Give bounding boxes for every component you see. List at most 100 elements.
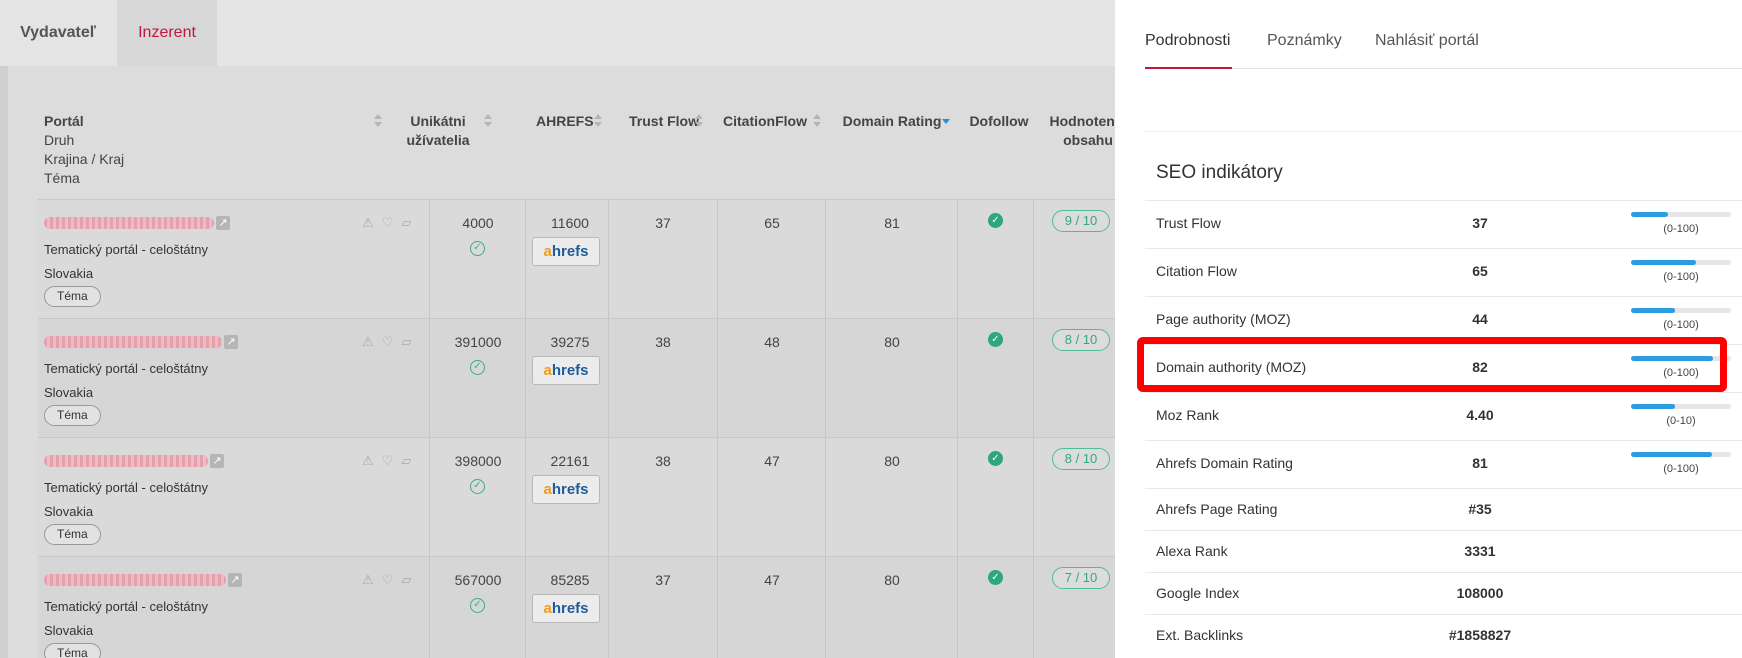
ahrefs-logo-rest: hrefs (551, 481, 589, 498)
col-citation-flow[interactable]: CitationFlow (715, 112, 815, 131)
domain-rating-value: 80 (884, 572, 900, 588)
col-ahrefs[interactable]: AHREFS (536, 112, 594, 131)
divider (1033, 438, 1034, 557)
table-header: Portál Druh Krajina / Kraj Téma Unikátni… (38, 100, 1115, 200)
left-stripe (0, 66, 8, 658)
tab-poznamky[interactable]: Poznámky (1267, 32, 1342, 50)
tema-tag[interactable]: Téma (44, 524, 101, 545)
ahrefs-logo-a: a (543, 481, 552, 498)
sort-domain-rating-icon[interactable] (942, 114, 950, 128)
sort-users-icon[interactable] (484, 114, 492, 128)
seo-row-ext-backlinks: Ext. Backlinks #1858827 (1145, 614, 1742, 656)
seo-row-citation-flow: Citation Flow 65 (0-100) (1145, 248, 1742, 296)
metric-bar (1631, 308, 1731, 313)
dofollow-check-icon: ✓ (988, 332, 1003, 347)
col-druh-label: Druh (44, 132, 75, 148)
tab-inzerent[interactable]: Inzerent (117, 0, 217, 66)
ahrefs-button[interactable]: ahrefs (532, 594, 600, 623)
check-circle-icon: ✓ (470, 479, 485, 494)
col-unique-users[interactable]: Unikátni užívatelia (388, 112, 488, 150)
note-icon[interactable]: ▱ (401, 334, 411, 350)
note-icon[interactable]: ▱ (401, 215, 411, 231)
metric-label: Alexa Rank (1156, 543, 1228, 559)
col-content-rating[interactable]: Hodnotenie obsahu (1038, 112, 1116, 150)
tema-tag[interactable]: Téma (44, 286, 101, 307)
dofollow-check-icon: ✓ (988, 213, 1003, 228)
heart-icon[interactable]: ♡ (382, 215, 394, 231)
ahrefs-button[interactable]: ahrefs (532, 356, 600, 385)
warning-icon[interactable]: ⚠ (362, 334, 374, 350)
divider (1033, 200, 1034, 319)
metric-label: Ahrefs Page Rating (1156, 501, 1278, 517)
divider (957, 319, 958, 438)
portal-name-redacted[interactable] (44, 574, 226, 586)
top-bar: Vydavateľ Inzerent (0, 0, 1115, 66)
sort-citation-flow-icon[interactable] (813, 114, 821, 128)
ahrefs-value: 11600 (551, 215, 589, 231)
portal-name-redacted[interactable] (44, 455, 208, 467)
metric-label: Trust Flow (1156, 215, 1221, 231)
warning-icon[interactable]: ⚠ (362, 215, 374, 231)
ahrefs-value: 85285 (550, 572, 590, 588)
unique-users-value: 4000 (462, 215, 494, 231)
tema-tag[interactable]: Téma (44, 405, 101, 426)
ahrefs-button[interactable]: ahrefs (532, 237, 600, 266)
tema-tag[interactable]: Téma (44, 643, 101, 658)
portal-type: Tematický portál - celoštátny (44, 480, 209, 495)
metric-bar (1631, 212, 1731, 217)
sort-ahrefs-icon[interactable] (594, 114, 602, 128)
ahrefs-logo-a: a (543, 600, 552, 617)
metric-value: 37 (1472, 215, 1488, 231)
external-link-icon[interactable]: ↗ (216, 216, 230, 230)
heart-icon[interactable]: ♡ (382, 453, 394, 469)
portal-type: Tematický portál - celoštátny (44, 361, 209, 376)
col-portal-label: Portál (44, 113, 84, 129)
heart-icon[interactable]: ♡ (382, 334, 394, 350)
portal-name-redacted[interactable] (44, 217, 214, 229)
sort-portal-icon[interactable] (374, 114, 382, 128)
citation-flow-value: 47 (764, 572, 780, 588)
warning-icon[interactable]: ⚠ (362, 453, 374, 469)
external-link-icon[interactable]: ↗ (224, 335, 238, 349)
content-score-badge: 9 / 10 (1052, 210, 1110, 232)
sort-trust-flow-icon[interactable] (695, 114, 703, 128)
trust-flow-value: 38 (655, 334, 671, 350)
metric-value: #1858827 (1448, 627, 1512, 643)
table-row[interactable]: ↗ ⚠ ♡ ▱ Tematický portál - celoštátny Slov… (38, 318, 1115, 438)
portal-name-redacted[interactable] (44, 336, 222, 348)
metric-value: #35 (1468, 501, 1492, 517)
metric-label: Moz Rank (1156, 407, 1220, 423)
note-icon[interactable]: ▱ (401, 572, 411, 588)
row-actions: ⚠ ♡ ▱ (362, 334, 411, 350)
col-unique-users-l2: užívatelia (406, 132, 470, 148)
tab-vydavatel[interactable]: Vydavateľ (0, 0, 116, 66)
active-tab-underline (1145, 67, 1232, 69)
seo-section-title: SEO indikátory (1156, 162, 1283, 183)
warning-icon[interactable]: ⚠ (362, 572, 374, 588)
metric-range: (0-10) (1666, 415, 1696, 427)
col-domain-rating[interactable]: Domain Rating (832, 112, 952, 131)
table-row[interactable]: ↗ ⚠ ♡ ▱ Tematický portál - celoštátny Slov… (38, 199, 1115, 319)
table-row[interactable]: ↗ ⚠ ♡ ▱ Tematický portál - celoštátny Slov… (38, 437, 1115, 557)
divider (957, 200, 958, 319)
main-content-dimmed: Vydavateľ Inzerent Portál Druh Krajina /… (0, 0, 1115, 658)
ahrefs-button[interactable]: ahrefs (532, 475, 600, 504)
metric-label: Ext. Backlinks (1156, 627, 1244, 643)
external-link-icon[interactable]: ↗ (228, 573, 242, 587)
note-icon[interactable]: ▱ (401, 453, 411, 469)
tab-nahlasit-portal[interactable]: Nahlásiť portál (1375, 32, 1479, 50)
external-link-icon[interactable]: ↗ (210, 454, 224, 468)
portal-country: Slovakia (44, 266, 94, 281)
col-portal[interactable]: Portál Druh Krajina / Kraj Téma (44, 112, 124, 188)
col-dofollow[interactable]: Dofollow (964, 112, 1034, 131)
citation-flow-value: 47 (764, 453, 780, 469)
ahrefs-logo-rest: hrefs (551, 243, 589, 260)
tab-podrobnosti[interactable]: Podrobnosti (1145, 32, 1230, 50)
heart-icon[interactable]: ♡ (382, 572, 394, 588)
row-actions: ⚠ ♡ ▱ (362, 215, 411, 231)
content-score-badge: 8 / 10 (1052, 329, 1110, 351)
table-row[interactable]: ↗ ⚠ ♡ ▱ Tematický portál - celoštátny Slov… (38, 556, 1115, 658)
ahrefs-logo-rest: hrefs (551, 362, 589, 379)
trust-flow-value: 37 (655, 572, 671, 588)
metric-range: (0-100) (1663, 367, 1699, 379)
